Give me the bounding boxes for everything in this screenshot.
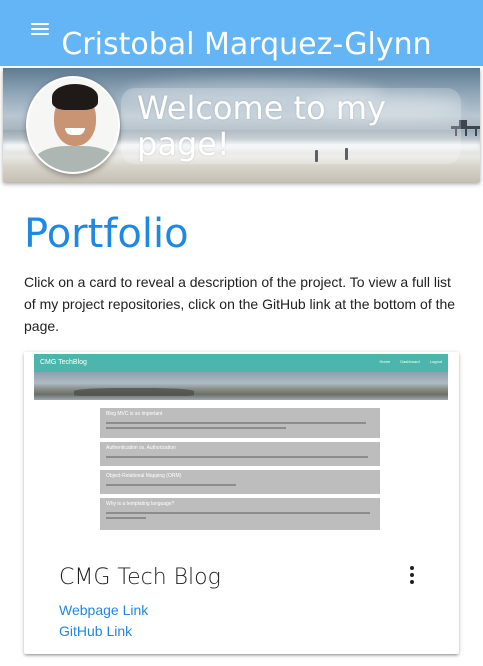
avatar [26, 76, 120, 174]
project-thumbnail[interactable]: CMG TechBlog Home Dashboard Logout Blog … [34, 354, 448, 535]
card-title[interactable]: CMG Tech Blog [59, 564, 221, 592]
project-card[interactable]: CMG TechBlog Home Dashboard Logout Blog … [24, 352, 459, 654]
more-vert-icon[interactable] [404, 564, 420, 586]
preview-post: Object-Relational Mapping (ORM) [100, 470, 380, 494]
preview-nav-item: Home [379, 359, 391, 364]
preview-post: Blog MVC is so important [100, 408, 380, 438]
preview-post: Why is a templating language? [100, 498, 380, 530]
portfolio-heading: Portfolio [24, 211, 189, 257]
top-app-bar: Cristobal Marquez-Glynn [0, 0, 483, 66]
github-link[interactable]: GitHub Link [59, 622, 132, 640]
preview-nav-item: Logout [429, 359, 442, 364]
portfolio-intro: Click on a card to reveal a description … [24, 274, 456, 334]
welcome-message: Welcome to my page! [137, 89, 386, 163]
preview-post: Authentication vs. Authorization [100, 442, 380, 466]
preview-navbar: CMG TechBlog Home Dashboard Logout [34, 354, 448, 372]
preview-brand: CMG TechBlog [40, 359, 87, 366]
site-title: Cristobal Marquez-Glynn [61, 27, 432, 62]
webpage-link[interactable]: Webpage Link [59, 601, 148, 619]
preview-nav-item: Dashboard [400, 359, 420, 364]
